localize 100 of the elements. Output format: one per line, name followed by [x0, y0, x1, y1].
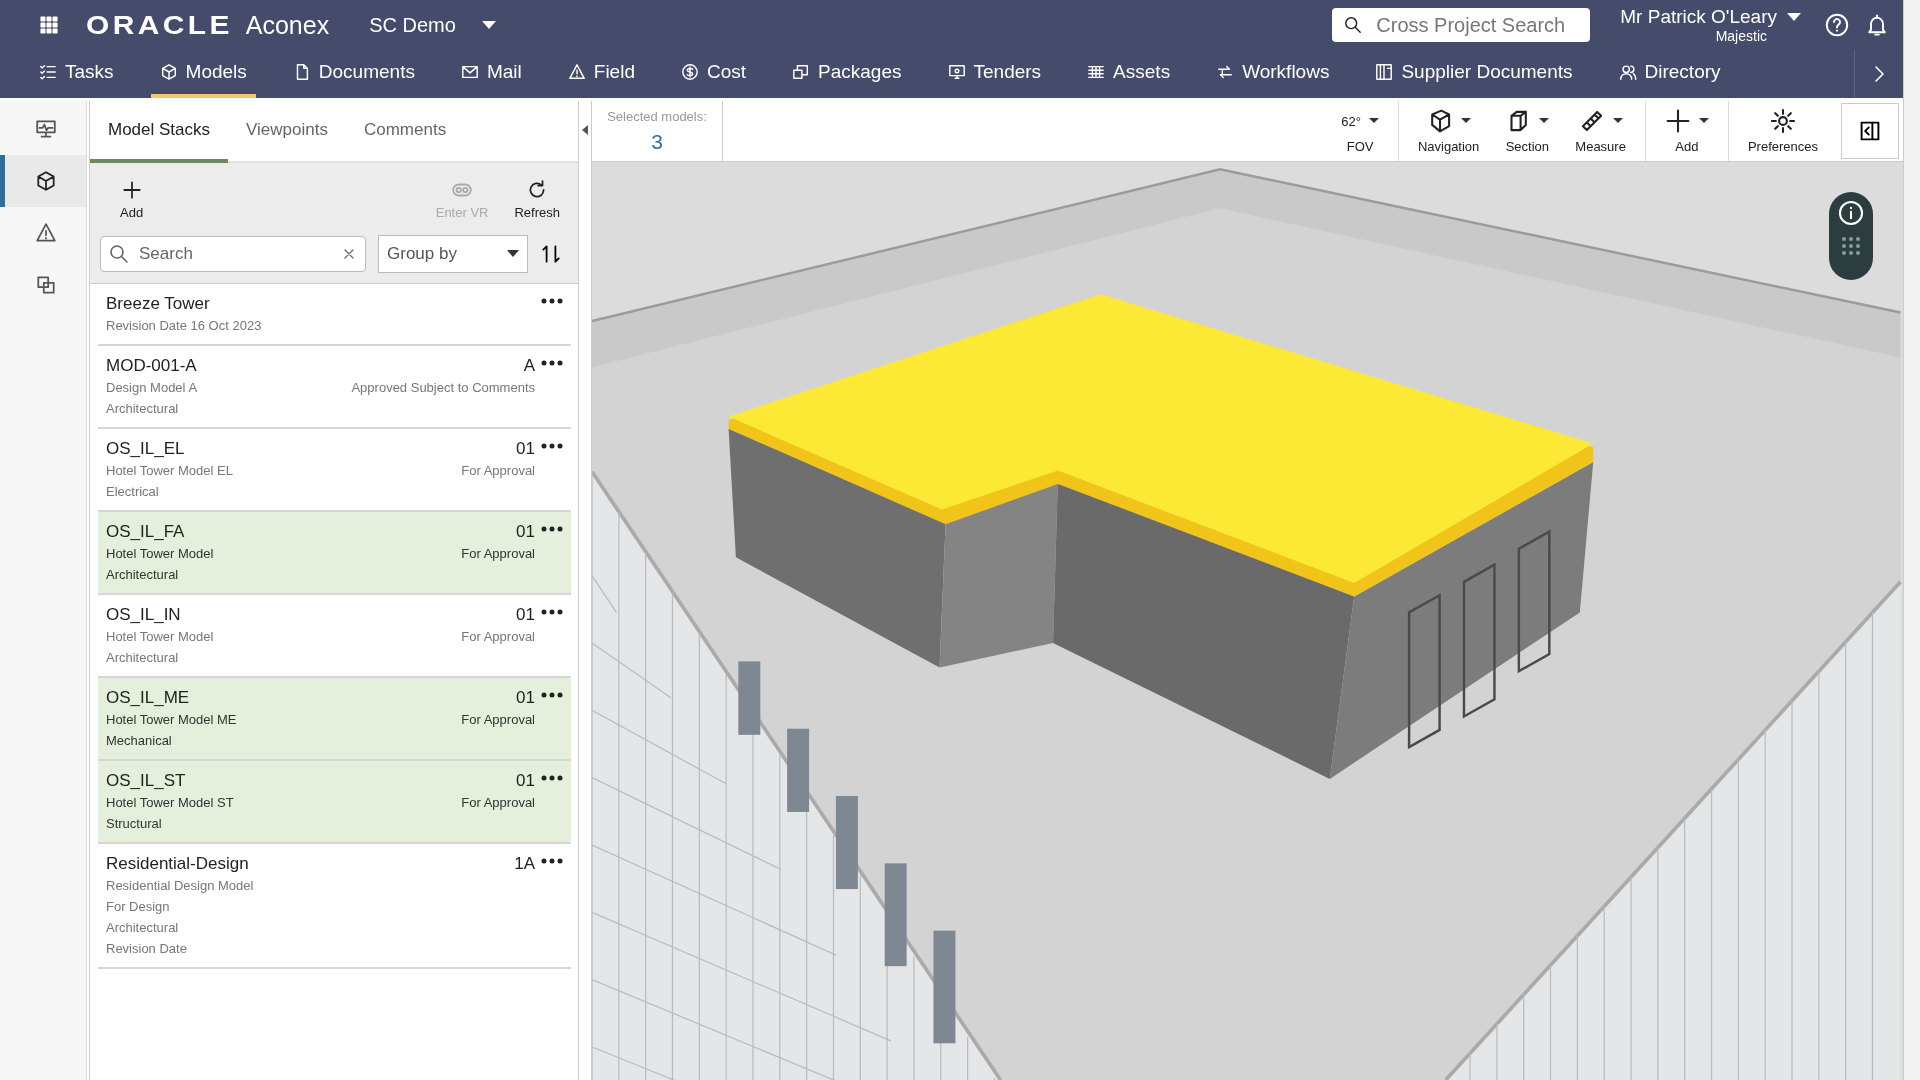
model-detail: Architectural	[106, 919, 180, 937]
model-description: Design Model A	[106, 379, 198, 397]
nav-tab[interactable]: Field	[558, 50, 644, 98]
selected-models-box: Selected models: 3	[592, 101, 723, 161]
model-name: OS_IL_ST	[106, 771, 186, 791]
caret-icon	[1539, 118, 1550, 124]
model-name: OS_IL_FA	[106, 522, 185, 542]
revision-code: 01	[516, 439, 535, 459]
revision-code: 01	[516, 522, 535, 542]
panel-toggle-button[interactable]	[1841, 103, 1899, 159]
model-name: Residential-Design	[106, 854, 249, 874]
info-widget[interactable]	[1829, 192, 1873, 280]
help-icon[interactable]	[1825, 13, 1849, 37]
side-panel-icon	[1858, 119, 1882, 143]
model-description: Hotel Tower Model ME	[106, 711, 237, 729]
bell-icon[interactable]	[1865, 13, 1889, 37]
monitor-icon	[34, 118, 57, 140]
revision-code: A	[523, 356, 535, 376]
grid-icon	[1087, 63, 1106, 81]
nav-tab[interactable]: Cost	[671, 50, 756, 98]
dot-grid-icon	[1841, 236, 1861, 256]
nav-tab[interactable]: Tenders	[938, 50, 1051, 98]
model-description: Hotel Tower Model	[106, 628, 214, 646]
cross-project-search-field[interactable]: Cross Project Search	[1332, 8, 1591, 42]
product-name: Aconex	[245, 10, 330, 40]
caret-icon	[1460, 118, 1471, 124]
model-detail: For Design	[106, 898, 171, 916]
model-name: Breeze Tower	[106, 294, 210, 314]
app-grid-icon[interactable]	[38, 14, 60, 36]
section-dropdown[interactable]: Section	[1492, 101, 1563, 161]
warning-icon	[34, 222, 57, 244]
warning-icon	[567, 63, 586, 81]
panel-tab[interactable]: Viewpoints	[228, 101, 346, 163]
model-name: OS_IL_ME	[106, 688, 190, 708]
plus-icon	[1664, 108, 1691, 134]
nav-tab[interactable]: Workflows	[1207, 50, 1339, 98]
sort-icon[interactable]	[540, 243, 562, 265]
revision-code: 01	[516, 688, 535, 708]
arrows-icon	[1216, 63, 1235, 81]
model-name: OS_IL_EL	[106, 439, 185, 459]
overlapping-squares-icon	[34, 274, 57, 296]
model-status: For Approval	[461, 462, 535, 480]
info-icon	[1838, 200, 1864, 226]
model-detail: Electrical	[106, 483, 160, 501]
nav-tab[interactable]: Packages	[783, 50, 911, 98]
nav-tab[interactable]: Tasks	[30, 50, 123, 98]
model-name: OS_IL_IN	[106, 605, 181, 625]
search-input[interactable]: Search	[137, 243, 333, 265]
model-detail: Mechanical	[106, 732, 173, 750]
model-detail: Architectural	[106, 400, 180, 418]
model-row[interactable]: OS_IL_FA 01 Hotel Tower Model For Approval Architectural	[98, 512, 571, 595]
rail-button[interactable]	[0, 155, 86, 207]
building-icon	[1375, 63, 1394, 81]
nav-tab[interactable]: Documents	[283, 50, 424, 98]
revision-code: 01	[516, 771, 535, 791]
model-description: Hotel Tower Model	[106, 545, 214, 563]
add-button[interactable]: Add	[112, 169, 152, 229]
user-menu[interactable]: Mr Patrick O'Leary Majestic	[1620, 6, 1801, 44]
model-detail: Architectural	[106, 566, 180, 584]
navigation-dropdown[interactable]: Navigation	[1404, 101, 1493, 161]
model-description: Hotel Tower Model ST	[106, 794, 234, 812]
envelope-icon	[460, 63, 479, 81]
brand-logo: ORACLE	[86, 9, 233, 41]
collapse-arrow-icon[interactable]	[582, 125, 588, 135]
model-status: For Approval	[461, 794, 535, 812]
fov-dropdown[interactable]: 62° FOV	[1328, 101, 1392, 161]
caret-icon	[481, 20, 496, 30]
revision-code: 1A	[514, 854, 535, 874]
search-icon	[1344, 14, 1363, 36]
model-status: For Approval	[461, 628, 535, 646]
caret-icon	[1612, 118, 1623, 124]
search-field[interactable]: Search	[100, 236, 366, 272]
nav-tab[interactable]: Directory	[1609, 50, 1730, 98]
model-description: Hotel Tower Model EL	[106, 462, 233, 480]
checklist-icon	[39, 63, 57, 81]
model-status: Approved Subject to Comments	[351, 379, 535, 397]
group-by-dropdown[interactable]: Group by	[378, 235, 528, 273]
cube-icon	[34, 170, 57, 192]
presentation-icon	[947, 63, 966, 81]
cube-icon	[159, 63, 178, 81]
project-dropdown[interactable]: SC Demo	[369, 13, 496, 37]
model-row[interactable]: OS_IL_ST 01 Hotel Tower Model ST For Approval Structural	[98, 761, 571, 844]
dollar-icon	[680, 63, 699, 81]
nav-tab[interactable]: Supplier Documents	[1366, 50, 1582, 98]
add-dropdown[interactable]: Add	[1651, 101, 1722, 161]
preferences-button[interactable]: Preferences	[1734, 101, 1831, 161]
caret-icon	[507, 250, 519, 258]
model-status: For Approval	[461, 711, 535, 729]
refresh-button[interactable]: Refresh	[506, 169, 568, 229]
model-description: Revision Date 16 Oct 2023	[106, 317, 262, 335]
gear-icon	[1769, 108, 1796, 134]
nav-tab[interactable]: Models	[150, 50, 256, 98]
panel-tab[interactable]: Comments	[345, 101, 465, 163]
revision-code: 01	[516, 605, 535, 625]
measure-dropdown[interactable]: Measure	[1562, 101, 1639, 161]
nav-tab[interactable]: Mail	[451, 50, 531, 98]
nav-tab[interactable]: Assets	[1078, 50, 1180, 98]
model-detail: Architectural	[106, 649, 180, 667]
people-icon	[1618, 63, 1637, 81]
model-row[interactable]: OS_IL_ME 01 Hotel Tower Model ME For Approval Mechanical	[98, 678, 571, 761]
